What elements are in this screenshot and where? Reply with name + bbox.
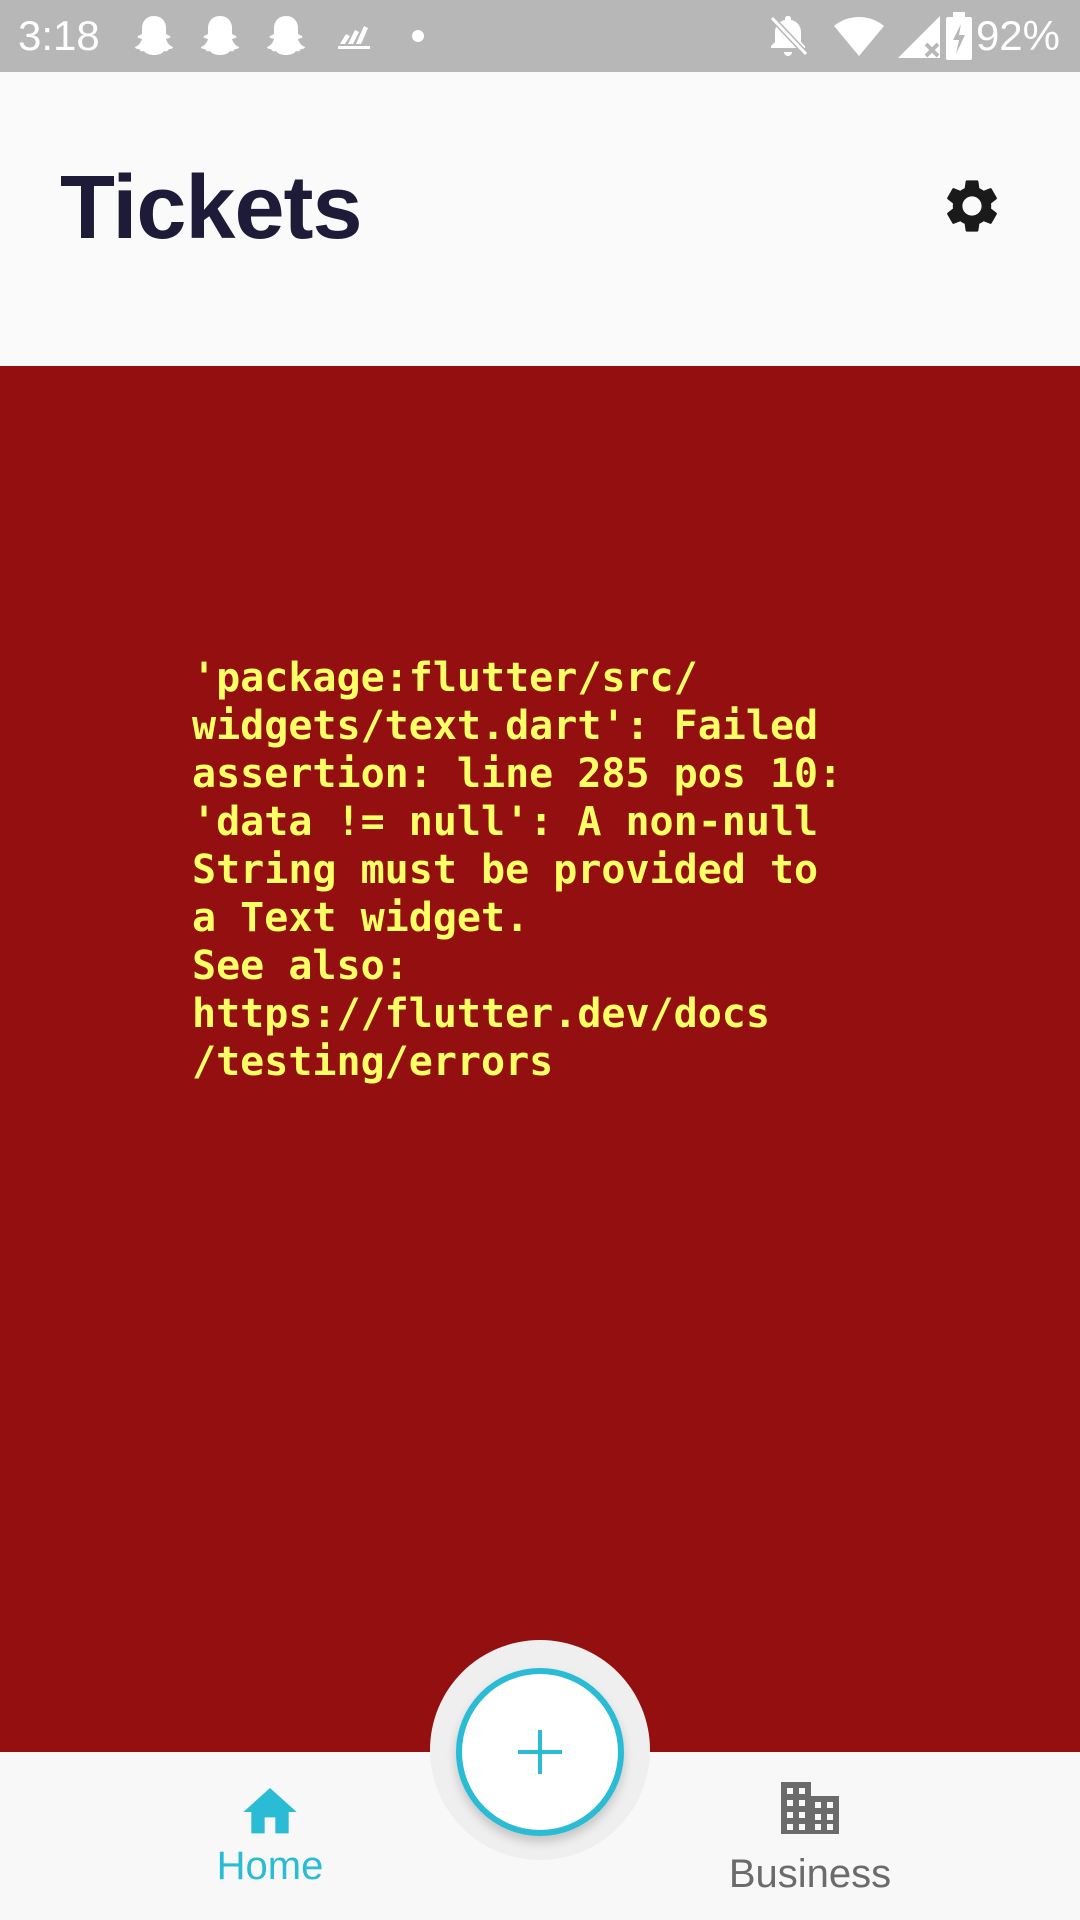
gear-icon	[947, 180, 997, 232]
notifications-off-icon	[769, 15, 809, 57]
status-bar: 3:18 92%	[0, 0, 1080, 72]
home-icon	[243, 1788, 297, 1834]
error-panel: 'package:flutter/src/ widgets/text.dart'…	[0, 366, 1080, 1752]
snapchat-icon	[135, 16, 173, 55]
snapchat-icon	[267, 16, 305, 55]
battery-percentage: 92%	[975, 12, 1060, 59]
error-message: 'package:flutter/src/ widgets/text.dart'…	[192, 655, 843, 1085]
settings-button[interactable]	[930, 164, 1014, 248]
app-screen: 3:18 92% Tickets 'package:flutter/src/ w…	[0, 0, 1080, 1920]
plus-icon	[518, 1730, 562, 1774]
battery-charging-icon	[946, 12, 972, 60]
page-title: Tickets	[60, 158, 363, 258]
snapchat-icon	[201, 16, 239, 55]
dot-icon	[412, 30, 424, 42]
wifi-icon	[834, 17, 884, 56]
business-icon	[781, 1782, 839, 1834]
nav-label-home: Home	[216, 1844, 324, 1888]
signal-icon	[898, 16, 940, 58]
nav-item-business[interactable]: Business	[720, 1780, 900, 1898]
add-ticket-button[interactable]	[456, 1668, 624, 1836]
status-time: 3:18	[18, 12, 100, 59]
app-bar: Tickets	[0, 72, 1080, 366]
nav-label-business: Business	[728, 1852, 892, 1896]
nav-item-home[interactable]: Home	[190, 1780, 350, 1890]
adidas-icon	[338, 26, 370, 49]
